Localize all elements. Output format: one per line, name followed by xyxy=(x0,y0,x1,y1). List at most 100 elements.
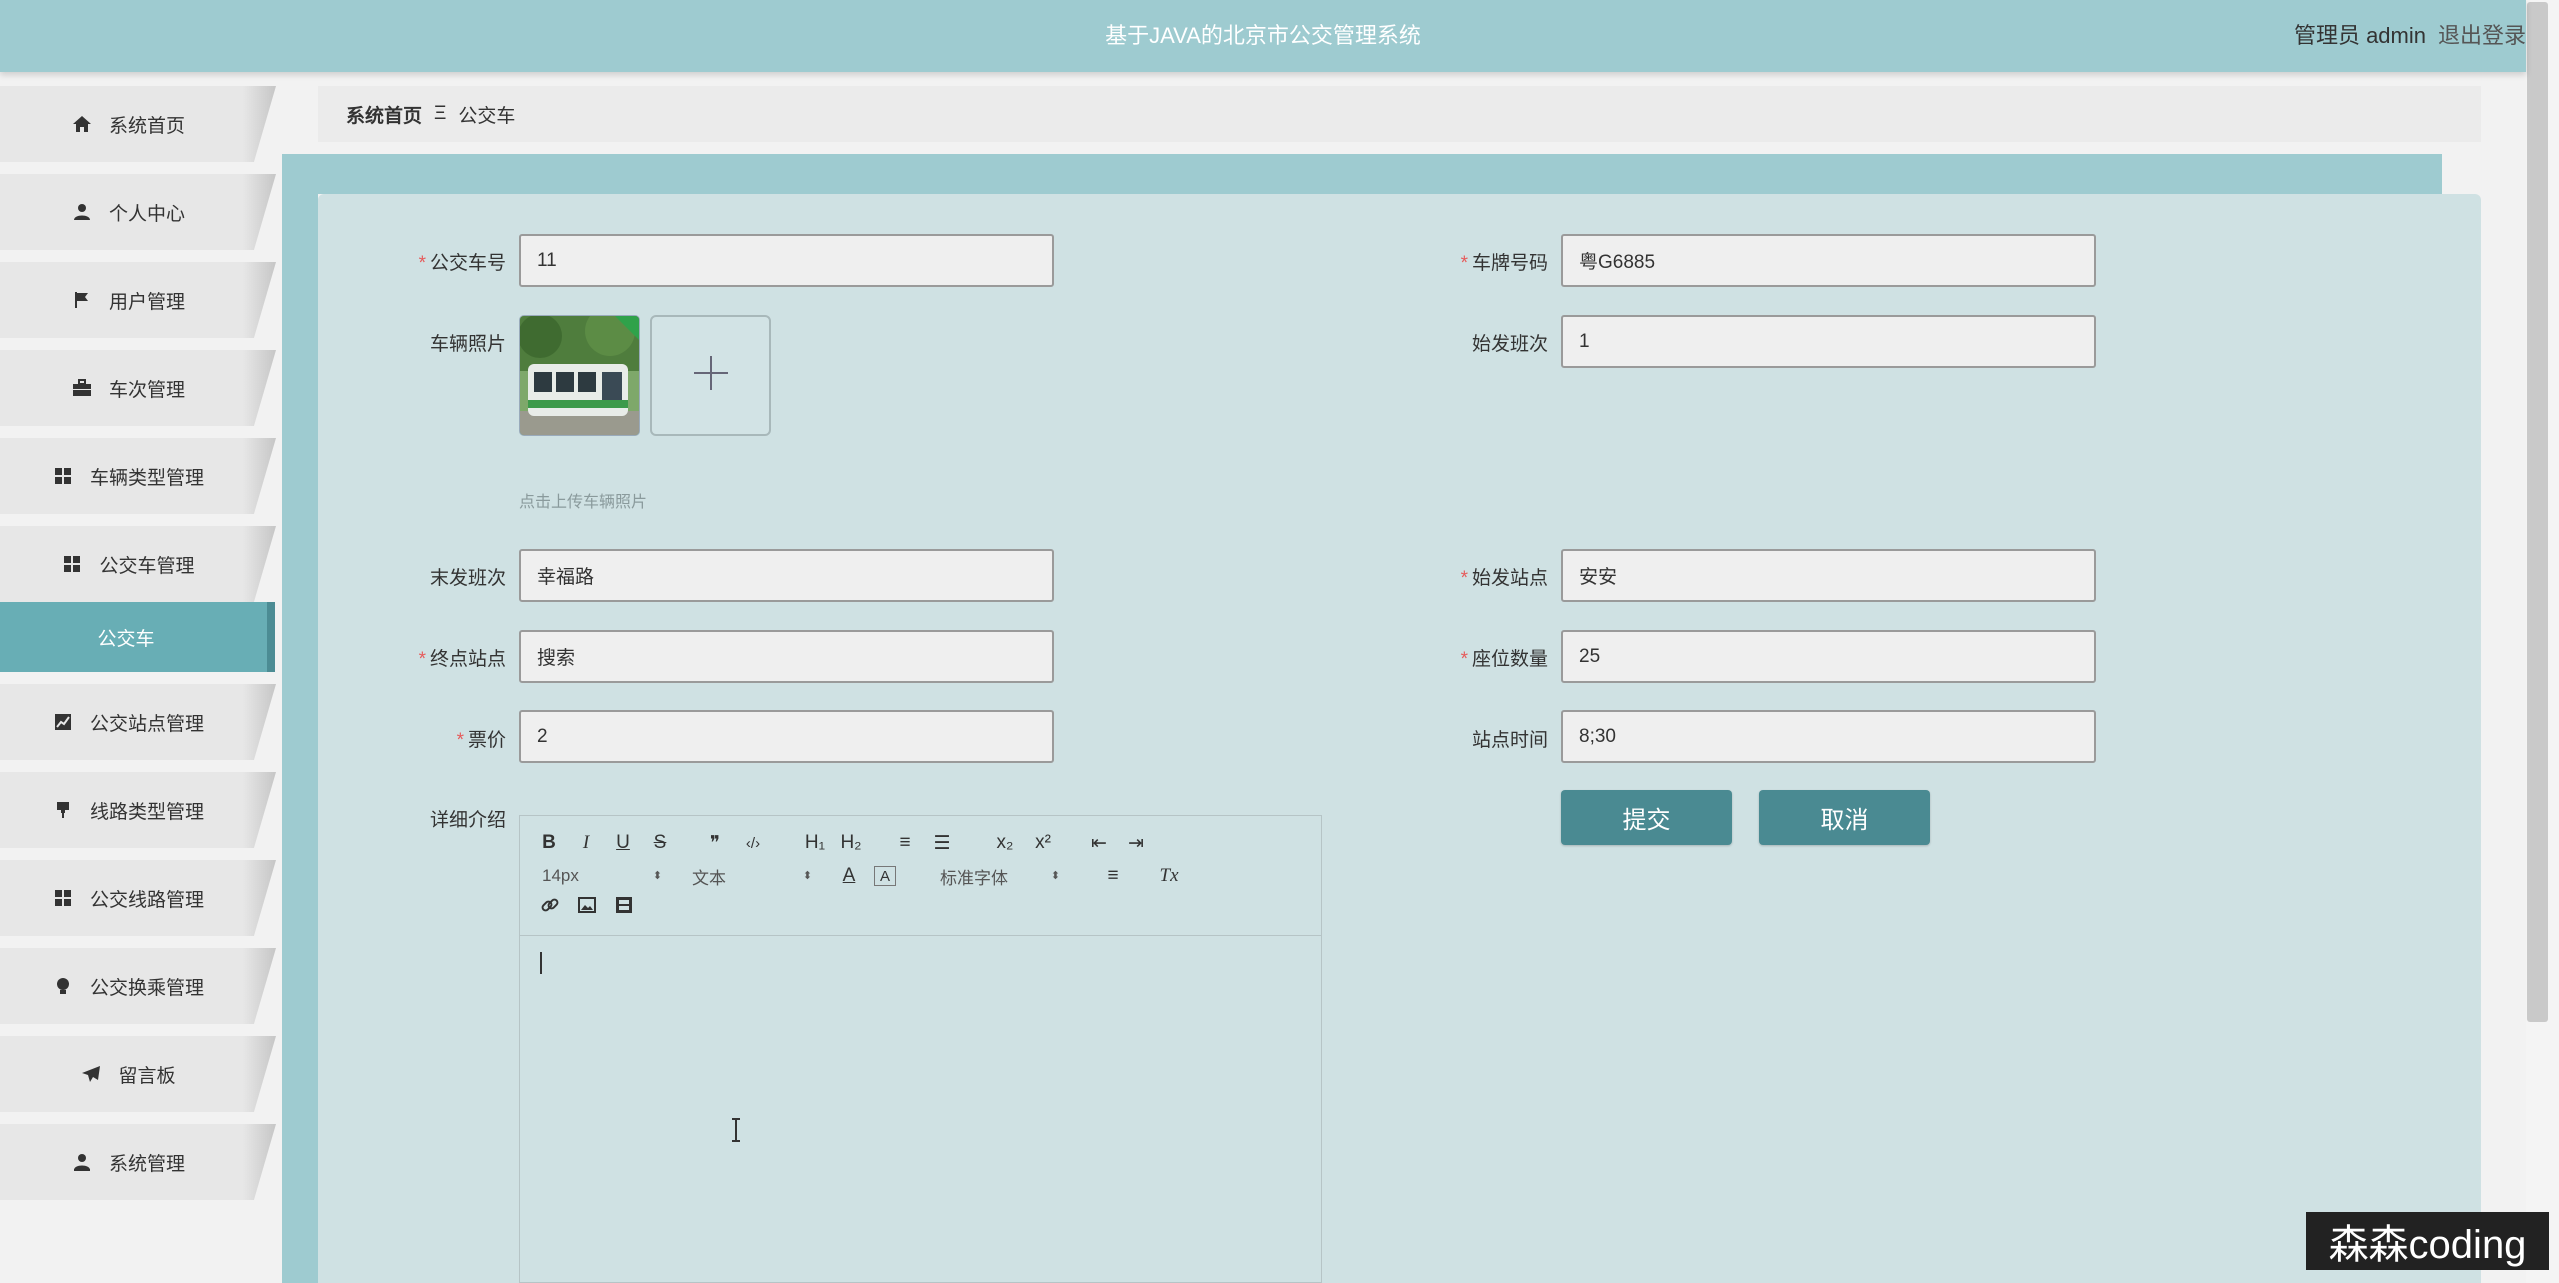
sidebar-item-users[interactable]: 用户管理 xyxy=(0,262,276,338)
text-cursor xyxy=(540,952,542,974)
grid-icon xyxy=(52,887,74,909)
indent-button[interactable]: ⇥ xyxy=(1122,830,1150,856)
ordered-list-button[interactable]: ≡ xyxy=(892,830,918,856)
sidebar-item-home[interactable]: 系统首页 xyxy=(0,86,276,162)
required-star: * xyxy=(1460,253,1468,274)
bullet-list-button[interactable]: ☰ xyxy=(929,830,955,856)
required-star: * xyxy=(1460,649,1468,670)
sidebar-item-routes[interactable]: 公交线路管理 xyxy=(0,860,276,936)
heading2-button[interactable]: H₂ xyxy=(836,830,866,856)
sidebar-item-label: 车次管理 xyxy=(108,379,185,401)
select-arrows-icon: ⬍ xyxy=(802,869,812,882)
upload-hint: 点击上传车辆照片 xyxy=(519,494,648,511)
sidebar-item-route-types[interactable]: 线路类型管理 xyxy=(0,772,276,848)
required-star: * xyxy=(1460,568,1468,589)
app-title: 基于JAVA的北京市公交管理系统 xyxy=(1105,23,1421,48)
block-type-select[interactable]: 文本 ⬍ xyxy=(692,863,812,889)
heading1-button[interactable]: H₁ xyxy=(800,830,830,856)
font-family-select[interactable]: 标准字体 ⬍ xyxy=(940,863,1060,889)
start-station-label: * 始发站点 xyxy=(1460,568,1548,589)
end-station-label: * 终点站点 xyxy=(418,649,506,670)
sidebar-item-label: 公交车管理 xyxy=(99,555,195,577)
home-icon xyxy=(71,113,93,135)
editor-toolbar: B I U S ❞ ‹/› H₁ H₂ ≡ ☰ x₂ x² ⇤ ⇥ 14px ⬍… xyxy=(520,816,1321,936)
submit-button[interactable]: 提交 xyxy=(1561,790,1732,845)
bulb-icon xyxy=(52,975,74,997)
fare-label: * 票价 xyxy=(456,730,506,751)
code-block-button[interactable]: ‹/› xyxy=(738,830,768,856)
station-time-label: 站点时间 xyxy=(1471,730,1548,751)
upload-photo-button[interactable] xyxy=(650,315,771,436)
font-color-button[interactable]: A xyxy=(838,863,860,889)
clear-format-button[interactable]: Tx xyxy=(1156,863,1182,889)
required-star: * xyxy=(456,730,464,751)
sidebar-item-message-board[interactable]: 留言板 xyxy=(0,1036,276,1112)
sidebar-item-label: 系统管理 xyxy=(108,1153,185,1175)
sidebar-item-label: 留言板 xyxy=(118,1065,176,1087)
strikethrough-button[interactable]: S xyxy=(649,830,671,856)
sidebar-subitem-bus[interactable]: 公交车 xyxy=(0,602,275,672)
outdent-button[interactable]: ⇤ xyxy=(1085,830,1113,856)
seats-label: * 座位数量 xyxy=(1460,649,1548,670)
superscript-button[interactable]: x² xyxy=(1028,830,1058,856)
pin-icon xyxy=(52,799,74,821)
required-star: * xyxy=(418,649,426,670)
watermark: 森森coding xyxy=(2306,1212,2549,1270)
sidebar-item-label: 用户管理 xyxy=(108,291,185,313)
end-station-field[interactable]: 搜索 xyxy=(519,630,1054,683)
chart-icon xyxy=(52,711,74,733)
start-station-field[interactable]: 安安 xyxy=(1561,549,2096,602)
last-shift-label: 末发班次 xyxy=(429,568,506,589)
bus-no-field[interactable]: 11 xyxy=(519,234,1054,287)
logout-link[interactable]: 退出登录 xyxy=(2438,18,2526,50)
breadcrumb-home[interactable]: 系统首页 xyxy=(346,101,422,128)
briefcase-icon xyxy=(71,377,93,399)
station-time-field[interactable]: 8;30 xyxy=(1561,710,2096,763)
cancel-button[interactable]: 取消 xyxy=(1759,790,1930,845)
underline-button[interactable]: U xyxy=(612,830,634,856)
rich-text-editor: B I U S ❞ ‹/› H₁ H₂ ≡ ☰ x₂ x² ⇤ ⇥ 14px ⬍… xyxy=(519,815,1322,1283)
plate-no-label: * 车牌号码 xyxy=(1460,253,1548,274)
select-arrows-icon: ⬍ xyxy=(652,869,662,882)
sidebar-item-transfers[interactable]: 公交换乘管理 xyxy=(0,948,276,1024)
sidebar-item-label: 系统首页 xyxy=(108,115,185,137)
seats-field[interactable]: 25 xyxy=(1561,630,2096,683)
content-left-band xyxy=(282,154,318,1283)
required-star: * xyxy=(418,253,426,274)
sidebar-item-label: 线路类型管理 xyxy=(89,801,204,823)
italic-button[interactable]: I xyxy=(575,830,597,856)
background-color-button[interactable]: A xyxy=(874,866,896,886)
sidebar-item-profile[interactable]: 个人中心 xyxy=(0,174,276,250)
link-button[interactable] xyxy=(538,896,562,920)
sidebar-item-system[interactable]: 系统管理 xyxy=(0,1124,276,1200)
vehicle-photo-thumbnail[interactable] xyxy=(519,315,640,436)
page-scrollbar-thumb[interactable] xyxy=(2527,2,2548,1022)
description-label: 详细介绍 xyxy=(429,810,506,831)
blockquote-button[interactable]: ❞ xyxy=(702,830,728,856)
subscript-button[interactable]: x₂ xyxy=(990,830,1020,856)
bold-button[interactable]: B xyxy=(538,830,560,856)
top-header: 基于JAVA的北京市公交管理系统 管理员 admin 退出登录 xyxy=(0,0,2526,72)
sidebar-item-vehicle-types[interactable]: 车辆类型管理 xyxy=(0,438,276,514)
font-size-select[interactable]: 14px ⬍ xyxy=(542,863,662,889)
photo-label: 车辆照片 xyxy=(429,334,506,355)
bus-no-label: * 公交车号 xyxy=(418,253,506,274)
grid-icon xyxy=(52,465,74,487)
sidebar-item-bus-management[interactable]: 公交车管理 xyxy=(0,526,276,602)
fare-field[interactable]: 2 xyxy=(519,710,1054,763)
send-icon xyxy=(80,1063,102,1085)
link-icon xyxy=(541,896,559,920)
align-button[interactable]: ≡ xyxy=(1100,863,1126,889)
sidebar-item-trips[interactable]: 车次管理 xyxy=(0,350,276,426)
first-shift-field[interactable]: 1 xyxy=(1561,315,2096,368)
last-shift-field[interactable]: 幸福路 xyxy=(519,549,1054,602)
plate-no-field[interactable]: 粤G6885 xyxy=(1561,234,2096,287)
current-user-label: 管理员 admin xyxy=(2293,23,2426,48)
image-button[interactable] xyxy=(575,896,599,920)
breadcrumb-separator: Ξ xyxy=(434,103,447,124)
sidebar-item-label: 车辆类型管理 xyxy=(89,467,204,489)
sidebar-item-label: 个人中心 xyxy=(108,203,185,225)
sidebar-item-stations[interactable]: 公交站点管理 xyxy=(0,684,276,760)
video-button[interactable] xyxy=(612,896,636,920)
sidebar-item-label: 公交站点管理 xyxy=(89,713,204,735)
